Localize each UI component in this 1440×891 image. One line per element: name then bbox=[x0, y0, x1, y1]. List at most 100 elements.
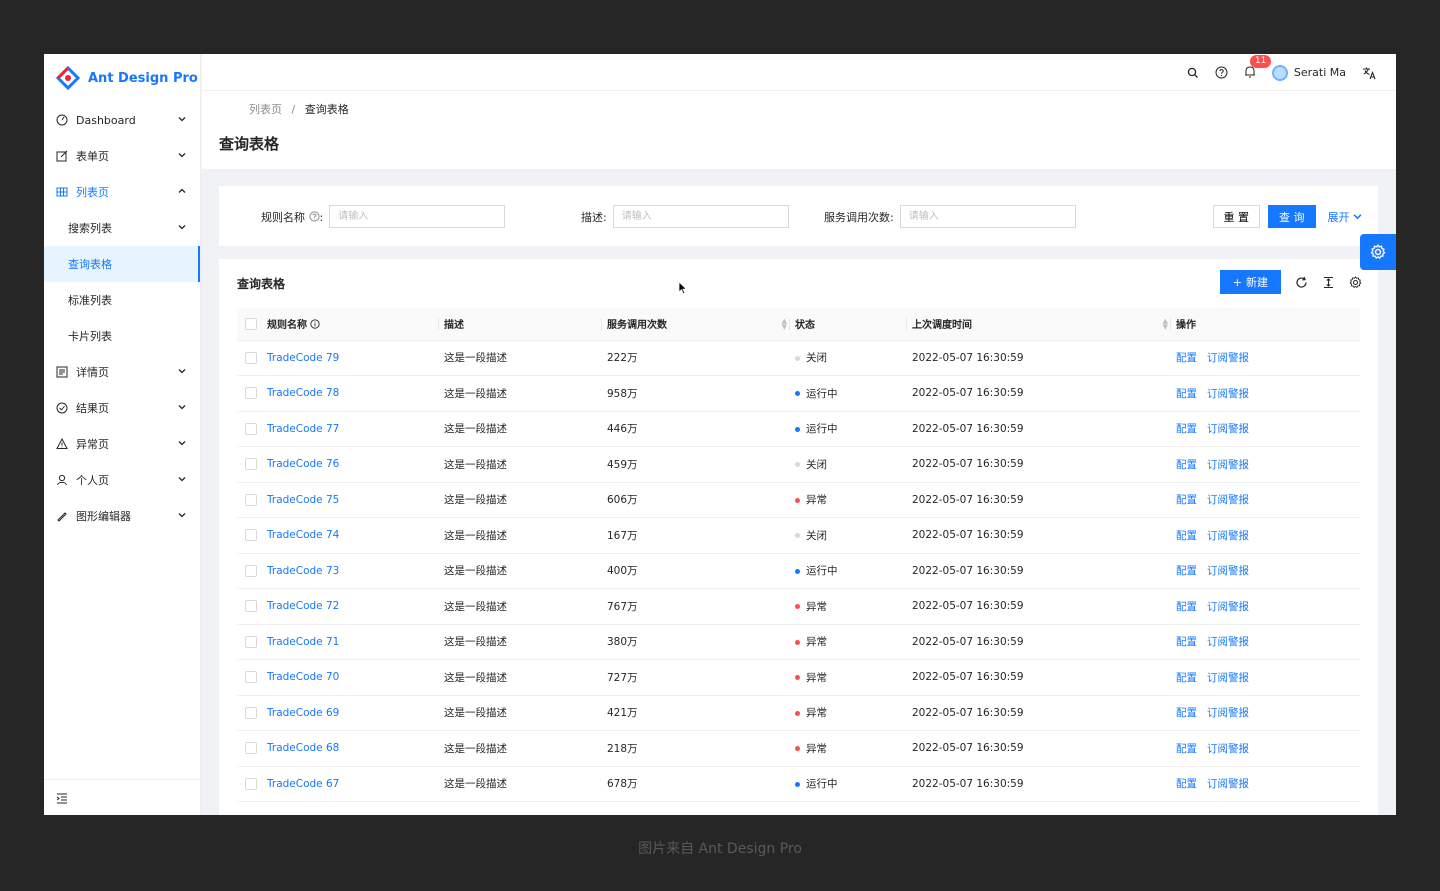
rule-name-link[interactable]: TradeCode 67 bbox=[267, 778, 339, 790]
setting-icon[interactable] bbox=[1349, 275, 1362, 289]
menu-card-list[interactable]: 卡片列表 bbox=[44, 318, 200, 354]
row-checkbox[interactable] bbox=[245, 351, 257, 364]
status-dot bbox=[795, 497, 800, 503]
translate-icon[interactable] bbox=[1362, 66, 1376, 80]
row-checkbox[interactable] bbox=[245, 671, 257, 684]
select-all-checkbox[interactable] bbox=[245, 317, 257, 330]
column-header-call-count[interactable]: 服务调用次数 ▲ ▼ bbox=[601, 308, 795, 341]
subscribe-alert-link[interactable]: 订阅警报 bbox=[1207, 494, 1249, 506]
rule-name-link[interactable]: TradeCode 68 bbox=[267, 742, 339, 754]
rule-name-link[interactable]: TradeCode 70 bbox=[267, 671, 339, 683]
status-text: 运行中 bbox=[806, 423, 838, 436]
config-link[interactable]: 配置 bbox=[1176, 707, 1197, 719]
column-height-icon[interactable] bbox=[1322, 276, 1335, 289]
config-link[interactable]: 配置 bbox=[1176, 601, 1197, 613]
subscribe-alert-link[interactable]: 订阅警报 bbox=[1207, 423, 1249, 435]
subscribe-alert-link[interactable]: 订阅警报 bbox=[1207, 672, 1249, 684]
chevron-down-icon bbox=[178, 405, 186, 410]
menu-table-list[interactable]: 查询表格 bbox=[44, 246, 200, 282]
menu-basic-list[interactable]: 标准列表 bbox=[44, 282, 200, 318]
row-checkbox[interactable] bbox=[245, 529, 257, 542]
config-link[interactable]: 配置 bbox=[1176, 636, 1197, 648]
status-dot bbox=[795, 604, 800, 610]
rule-name-link[interactable]: TradeCode 77 bbox=[267, 423, 339, 435]
rule-name-link[interactable]: TradeCode 78 bbox=[267, 387, 339, 399]
config-link[interactable]: 配置 bbox=[1176, 530, 1197, 542]
subscribe-alert-link[interactable]: 订阅警报 bbox=[1207, 352, 1249, 364]
subscribe-alert-link[interactable]: 订阅警报 bbox=[1207, 743, 1249, 755]
breadcrumb-item-list[interactable]: 列表页 bbox=[249, 103, 282, 116]
menu-exception[interactable]: 异常页 bbox=[44, 426, 200, 462]
call-count-label: 服务调用次数: bbox=[824, 210, 894, 224]
subscribe-alert-link[interactable]: 订阅警报 bbox=[1207, 636, 1249, 648]
settings-drawer-button[interactable] bbox=[1360, 234, 1396, 270]
row-checkbox[interactable] bbox=[245, 458, 257, 471]
row-checkbox[interactable] bbox=[245, 706, 257, 719]
menu-editor[interactable]: 图形编辑器 bbox=[44, 498, 200, 534]
row-checkbox[interactable] bbox=[245, 742, 257, 755]
query-button[interactable]: 查 询 bbox=[1268, 205, 1316, 228]
notification-bell[interactable]: 11 bbox=[1244, 54, 1272, 81]
rule-name-link[interactable]: TradeCode 71 bbox=[267, 636, 339, 648]
menu-search-list[interactable]: 搜索列表 bbox=[44, 210, 200, 246]
menu-form[interactable]: 表单页 bbox=[44, 138, 200, 174]
description-input[interactable] bbox=[612, 205, 789, 228]
logo[interactable]: Ant Design Pro bbox=[44, 54, 200, 102]
config-link[interactable]: 配置 bbox=[1176, 672, 1197, 684]
config-link[interactable]: 配置 bbox=[1176, 743, 1197, 755]
config-link[interactable]: 配置 bbox=[1176, 565, 1197, 577]
config-link[interactable]: 配置 bbox=[1176, 459, 1197, 471]
field-rule-name: 规则名称 : bbox=[261, 205, 506, 228]
rule-name-link[interactable]: TradeCode 79 bbox=[267, 352, 339, 364]
status-cell: 异常 bbox=[795, 624, 912, 660]
sort-icon[interactable]: ▲ ▼ bbox=[782, 318, 787, 331]
reload-icon[interactable] bbox=[1295, 276, 1308, 289]
config-link[interactable]: 配置 bbox=[1176, 778, 1197, 790]
row-checkbox[interactable] bbox=[245, 635, 257, 648]
subscribe-alert-link[interactable]: 订阅警报 bbox=[1207, 565, 1249, 577]
rule-name-input[interactable] bbox=[329, 205, 506, 228]
subscribe-alert-link[interactable]: 订阅警报 bbox=[1207, 388, 1249, 400]
row-checkbox[interactable] bbox=[245, 387, 257, 400]
row-checkbox[interactable] bbox=[245, 493, 257, 506]
table-row: TradeCode 68 这是一段描述 218万 异常 2022-05-07 16:30… bbox=[237, 730, 1360, 767]
subscribe-alert-link[interactable]: 订阅警报 bbox=[1207, 530, 1249, 542]
subscribe-alert-link[interactable]: 订阅警报 bbox=[1207, 601, 1249, 613]
config-link[interactable]: 配置 bbox=[1176, 494, 1197, 506]
rule-name-link[interactable]: TradeCode 76 bbox=[267, 458, 339, 470]
last-run-cell: 2022-05-07 16:30:59 bbox=[912, 446, 1176, 483]
call-count-input[interactable] bbox=[899, 205, 1076, 228]
rule-name-link[interactable]: TradeCode 72 bbox=[267, 600, 339, 612]
row-checkbox[interactable] bbox=[245, 422, 257, 435]
rule-name-link[interactable]: TradeCode 75 bbox=[267, 494, 339, 506]
subscribe-alert-link[interactable]: 订阅警报 bbox=[1207, 778, 1249, 790]
question-icon[interactable] bbox=[1215, 66, 1228, 79]
subscribe-alert-link[interactable]: 订阅警报 bbox=[1207, 459, 1249, 471]
rule-name-link[interactable]: TradeCode 69 bbox=[267, 707, 339, 719]
rule-name-link[interactable]: TradeCode 74 bbox=[267, 529, 339, 541]
status-dot bbox=[795, 710, 800, 716]
config-link[interactable]: 配置 bbox=[1176, 352, 1197, 364]
expand-toggle[interactable]: 展开 bbox=[1328, 209, 1363, 225]
search-icon[interactable] bbox=[1187, 67, 1199, 79]
reset-button[interactable]: 重 置 bbox=[1212, 205, 1260, 228]
row-checkbox[interactable] bbox=[245, 564, 257, 577]
config-link[interactable]: 配置 bbox=[1176, 423, 1197, 435]
rule-name-link[interactable]: TradeCode 73 bbox=[267, 565, 339, 577]
config-link[interactable]: 配置 bbox=[1176, 388, 1197, 400]
sidebar-collapse[interactable] bbox=[44, 779, 201, 815]
row-checkbox[interactable] bbox=[245, 777, 257, 790]
column-header-last-run[interactable]: 上次调度时间 ▲ ▼ bbox=[906, 308, 1176, 341]
menu-account[interactable]: 个人页 bbox=[44, 462, 200, 498]
new-button[interactable]: + 新建 bbox=[1219, 270, 1281, 294]
menu-dashboard[interactable]: Dashboard bbox=[44, 102, 200, 138]
top-header: 11 Serati Ma bbox=[202, 54, 1396, 91]
row-checkbox[interactable] bbox=[245, 600, 257, 613]
app-name: Ant Design Pro bbox=[88, 70, 198, 86]
menu-profile[interactable]: 详情页 bbox=[44, 354, 200, 390]
menu-result[interactable]: 结果页 bbox=[44, 390, 200, 426]
subscribe-alert-link[interactable]: 订阅警报 bbox=[1207, 707, 1249, 719]
user-menu[interactable]: Serati Ma bbox=[1271, 64, 1346, 81]
sort-icon[interactable]: ▲ ▼ bbox=[1163, 318, 1168, 331]
menu-list[interactable]: 列表页 bbox=[44, 174, 200, 210]
